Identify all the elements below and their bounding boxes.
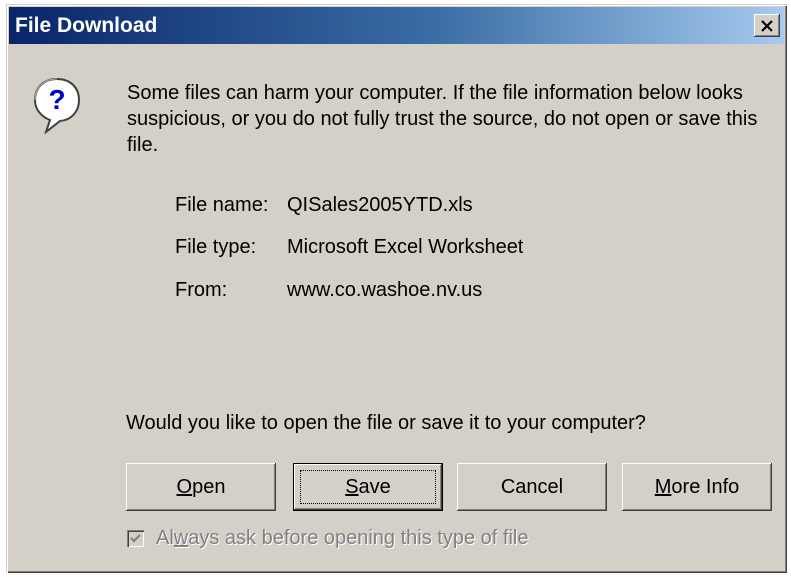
title-bar[interactable]: File Download: [9, 7, 784, 44]
save-button[interactable]: Save: [293, 463, 443, 511]
cancel-button-label: Cancel: [500, 475, 564, 498]
checkmark-icon: [130, 534, 141, 543]
window-title: File Download: [15, 14, 158, 37]
open-button[interactable]: Open: [126, 463, 276, 511]
file-name-label: File name:: [175, 194, 269, 216]
file-download-dialog: File Download ? Some files can harm your…: [6, 4, 787, 573]
more-info-button[interactable]: More Info: [622, 463, 772, 511]
close-button[interactable]: [754, 14, 780, 37]
always-ask-option[interactable]: Always ask before opening this type of f…: [127, 527, 528, 550]
file-from-label: From:: [175, 279, 228, 301]
file-type-label: File type:: [175, 236, 257, 258]
cancel-button[interactable]: Cancel: [457, 463, 607, 511]
warning-message: Some files can harm your computer. If th…: [127, 82, 758, 156]
close-icon: [761, 19, 773, 32]
focus-ring: [300, 470, 436, 504]
file-from-value: www.co.washoe.nv.us: [287, 279, 483, 301]
question-balloon-icon: ?: [33, 77, 81, 134]
more-info-button-label: More Info: [654, 475, 740, 498]
always-ask-label: Always ask before opening this type of f…: [156, 527, 529, 549]
open-button-label: Open: [176, 475, 226, 498]
open-save-question: Would you like to open the file or save …: [126, 412, 646, 434]
file-name-value: QISales2005YTD.xls: [287, 194, 473, 216]
always-ask-checkbox[interactable]: [127, 530, 144, 547]
svg-text:?: ?: [48, 84, 65, 115]
file-type-value: Microsoft Excel Worksheet: [287, 236, 524, 258]
